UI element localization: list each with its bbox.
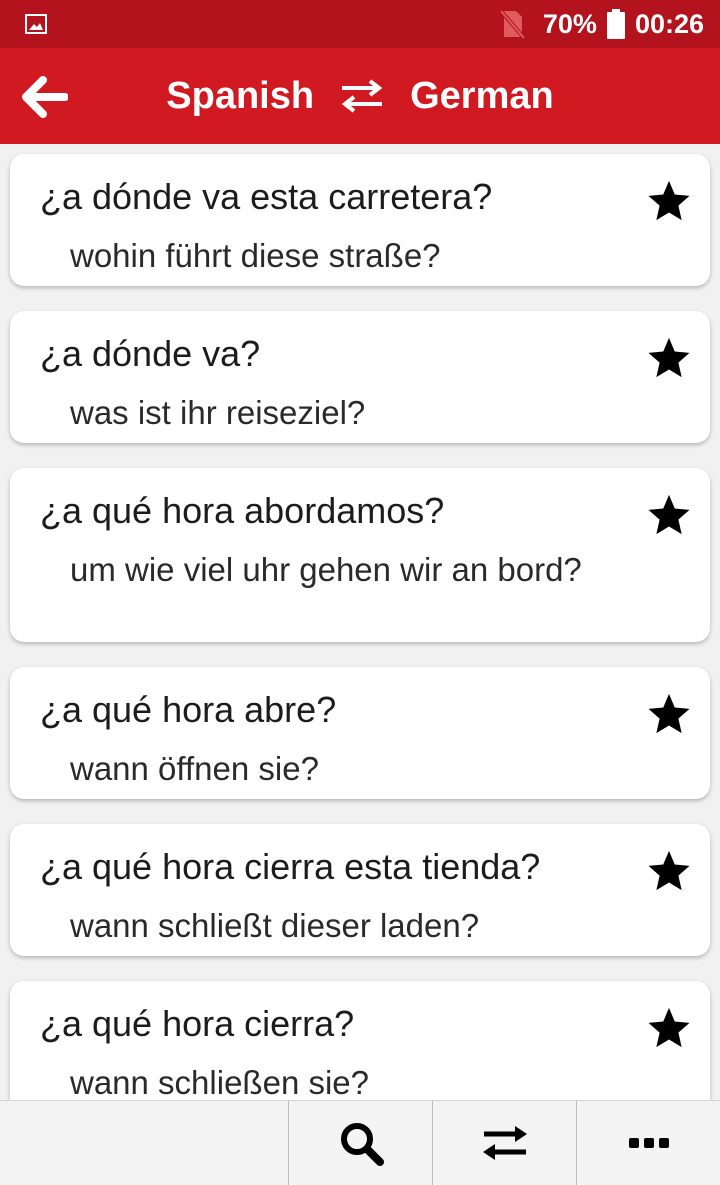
translated-phrase: um wie viel uhr gehen wir an bord? (70, 551, 582, 588)
star-icon[interactable] (646, 178, 692, 224)
language-pair: Spanish German (0, 48, 720, 144)
status-bar: 70% 00:26 (0, 0, 720, 48)
phrase-card[interactable]: ¿a qué hora cierra esta tienda? wann sch… (10, 824, 710, 956)
search-button[interactable] (288, 1101, 433, 1185)
translated-phrase: was ist ihr reiseziel? (70, 394, 366, 431)
clock: 00:26 (634, 8, 704, 39)
app-bar: Spanish German (0, 48, 720, 144)
phrase-card[interactable]: ¿a dónde va? was ist ihr reiseziel? (10, 311, 710, 443)
translated-phrase: wann öffnen sie? (70, 750, 319, 787)
translated-phrase: wann schließt dieser laden? (70, 907, 480, 944)
source-phrase: ¿a qué hora abre? (40, 689, 337, 730)
source-phrase: ¿a dónde va? (40, 333, 261, 374)
swap-icon (483, 1126, 527, 1160)
more-options-button[interactable] (576, 1101, 720, 1185)
phrase-card[interactable]: ¿a qué hora abordamos? um wie viel uhr g… (10, 468, 710, 642)
swap-languages-button[interactable] (432, 1101, 577, 1185)
target-language[interactable]: German (410, 75, 554, 118)
battery-percentage: 70% (542, 8, 597, 39)
phrase-list: ¿a dónde va esta carretera? wohin führt … (0, 144, 720, 1100)
star-icon[interactable] (646, 1005, 692, 1051)
phrase-card[interactable]: ¿a qué hora abre? wann öffnen sie? (10, 667, 710, 799)
source-language[interactable]: Spanish (166, 75, 314, 118)
more-icon (629, 1138, 669, 1148)
star-icon[interactable] (646, 492, 692, 538)
translated-phrase: wohin führt diese straße? (70, 237, 441, 274)
source-phrase: ¿a qué hora cierra? (40, 1003, 355, 1044)
swap-arrows-icon[interactable] (338, 79, 386, 113)
star-icon[interactable] (646, 848, 692, 894)
search-icon (341, 1123, 384, 1166)
source-phrase: ¿a qué hora abordamos? (40, 490, 445, 531)
bottom-toolbar (0, 1100, 720, 1185)
star-icon[interactable] (646, 335, 692, 381)
source-phrase: ¿a qué hora cierra esta tienda? (40, 846, 541, 887)
battery-icon (606, 9, 625, 39)
translated-phrase: wann schließen sie? (70, 1064, 369, 1100)
source-phrase: ¿a dónde va esta carretera? (40, 176, 493, 217)
image-notification-icon (25, 14, 47, 34)
no-sim-icon (499, 9, 525, 39)
phrase-card[interactable]: ¿a qué hora cierra? wann schließen sie? (10, 981, 710, 1100)
phrase-card[interactable]: ¿a dónde va esta carretera? wohin führt … (10, 154, 710, 286)
star-icon[interactable] (646, 691, 692, 737)
